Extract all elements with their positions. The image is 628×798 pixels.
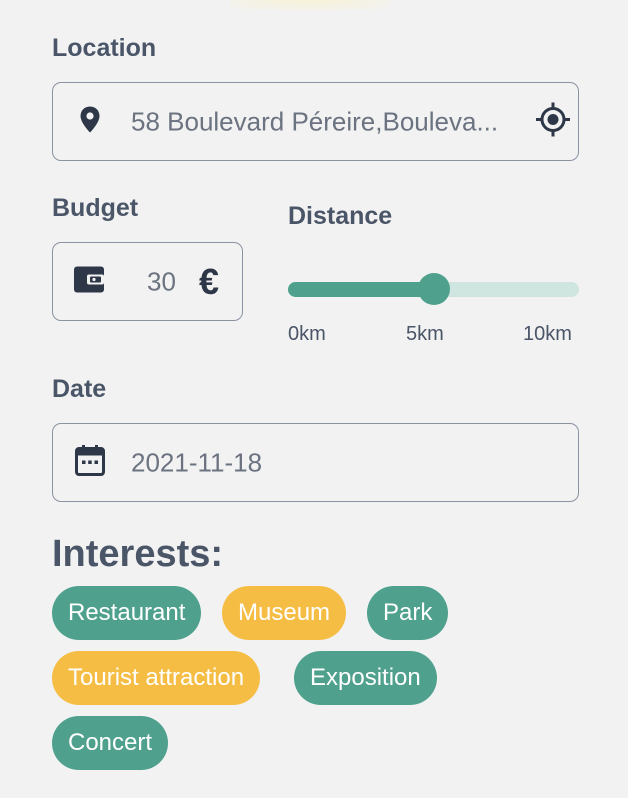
date-value[interactable]: 2021-11-18 xyxy=(131,447,262,478)
chip-concert[interactable]: Concert xyxy=(52,716,169,770)
date-field[interactable]: 2021-11-18 xyxy=(52,423,579,502)
chip-museum[interactable]: Museum xyxy=(222,586,347,640)
date-label: Date xyxy=(52,375,107,403)
budget-label: Budget xyxy=(52,194,139,222)
distance-min-label: 0km xyxy=(288,323,326,345)
top-glow xyxy=(230,0,390,10)
budget-field[interactable]: 30 € xyxy=(52,242,243,321)
chip-exposition[interactable]: Exposition xyxy=(294,651,437,705)
chip-restaurant[interactable]: Restaurant xyxy=(52,586,202,640)
distance-slider-thumb[interactable] xyxy=(418,273,450,305)
crosshair-target-icon[interactable] xyxy=(535,101,571,142)
wallet-icon xyxy=(73,265,105,298)
interests-title: Interests: xyxy=(52,533,224,575)
map-pin-icon xyxy=(79,105,101,138)
budget-value[interactable]: 30 xyxy=(147,266,176,297)
distance-max-label: 10km xyxy=(523,323,572,345)
euro-icon: € xyxy=(199,260,220,302)
location-value[interactable]: 58 Boulevard Péreire,Bouleva... xyxy=(131,106,531,137)
calendar-icon xyxy=(75,444,105,481)
chip-tourist-attraction[interactable]: Tourist attraction xyxy=(52,651,261,705)
chip-park[interactable]: Park xyxy=(367,586,449,640)
distance-mid-label: 5km xyxy=(406,323,444,345)
location-label: Location xyxy=(52,34,157,62)
location-field[interactable]: 58 Boulevard Péreire,Bouleva... xyxy=(52,82,579,161)
distance-label: Distance xyxy=(288,202,393,230)
distance-slider[interactable] xyxy=(288,273,579,305)
